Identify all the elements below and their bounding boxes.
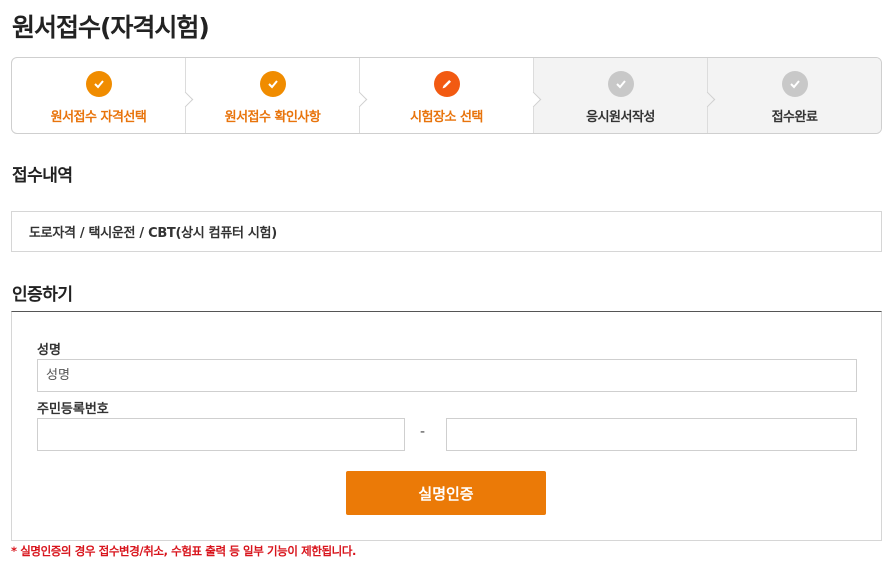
name-input[interactable] <box>37 359 857 392</box>
step-label: 원서접수 확인사항 <box>224 110 321 125</box>
rrn-label: 주민등록번호 <box>37 402 109 417</box>
rrn-front-input[interactable] <box>37 418 405 451</box>
auth-section-title: 인증하기 <box>12 285 73 305</box>
receipt-summary: 도로자격 / 택시운전 / CBT(상시 컴퓨터 시험) <box>11 211 882 252</box>
verify-button[interactable]: 실명인증 <box>346 471 546 515</box>
notice-text: * 실명인증의 경우 접수변경/취소, 수험표 출력 등 일부 기능이 제한됩니… <box>11 544 357 558</box>
step-3: 시험장소 선택 <box>360 58 542 133</box>
auth-form: 성명 주민등록번호 - 실명인증 <box>11 311 882 541</box>
name-label: 성명 <box>37 343 61 358</box>
check-icon <box>85 71 112 97</box>
step-5: 접수완료 <box>708 58 881 133</box>
receipt-section-title: 접수내역 <box>12 166 73 186</box>
pencil-icon <box>433 71 460 97</box>
check-icon <box>259 71 286 97</box>
rrn-separator: - <box>420 424 426 440</box>
step-progress: 원서접수 자격선택 원서접수 확인사항 시험장소 선택 응시원서작성 접수완료 <box>11 57 882 134</box>
step-label: 시험장소 선택 <box>410 110 483 125</box>
step-label: 원서접수 자격선택 <box>50 110 147 125</box>
check-icon <box>781 71 808 97</box>
step-label: 접수완료 <box>771 110 818 125</box>
step-4: 응시원서작성 <box>534 58 716 133</box>
receipt-value: 도로자격 / 택시운전 / CBT(상시 컴퓨터 시험) <box>29 226 277 241</box>
rrn-back-input[interactable] <box>446 418 857 451</box>
page-title: 원서접수(자격시험) <box>12 13 210 42</box>
check-icon <box>607 71 634 97</box>
step-label: 응시원서작성 <box>586 110 655 125</box>
step-1: 원서접수 자격선택 <box>12 58 194 133</box>
step-2: 원서접수 확인사항 <box>186 58 368 133</box>
